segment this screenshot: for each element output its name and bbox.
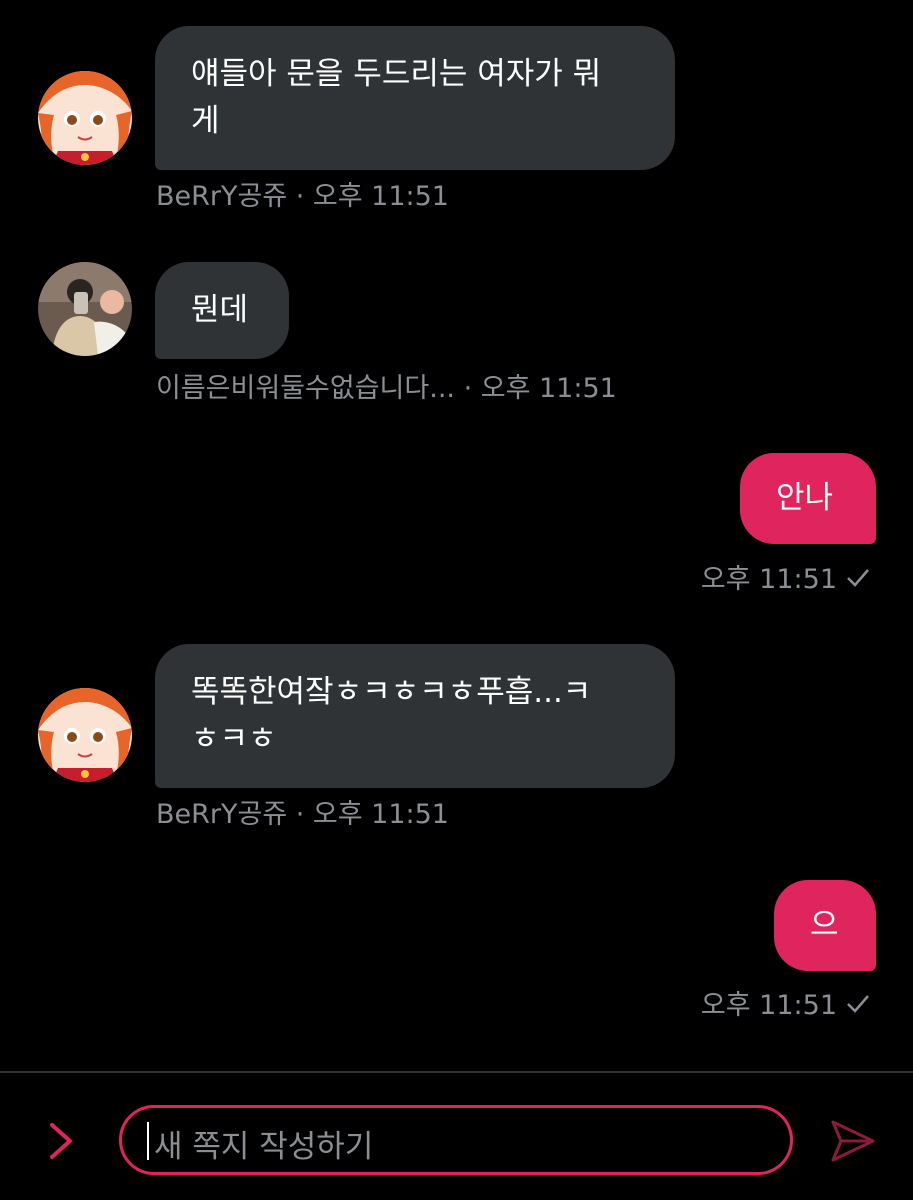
message-bubble[interactable]: 안나 xyxy=(740,453,876,544)
text-caret xyxy=(147,1122,149,1160)
composer-divider xyxy=(0,1071,913,1073)
compose-placeholder: 새 쪽지 작성하기 xyxy=(154,1129,374,1165)
message-meta: BeRrY공쥬 · 오후 11:51 xyxy=(156,181,449,212)
message-bubble[interactable]: 뭔데 xyxy=(155,262,289,359)
message-meta: BeRrY공쥬 · 오후 11:51 xyxy=(156,799,449,830)
avatar-illustration-girl xyxy=(38,688,132,782)
message-compose-input[interactable]: 새 쪽지 작성하기 xyxy=(119,1105,793,1175)
send-icon[interactable] xyxy=(828,1116,878,1166)
message-bubble[interactable]: 똑똑한여잨ㅎㅋㅎㅋㅎ푸흡...ㅋ ㅎㅋㅎ xyxy=(155,644,675,788)
checkmark-icon xyxy=(845,565,871,596)
message-meta-row: 오후 11:51 xyxy=(701,983,871,1022)
message-meta: 이름은비워둘수없습니다... · 오후 11:51 xyxy=(156,373,617,404)
avatar-illustration-girl xyxy=(38,71,132,165)
message-timestamp: 오후 11:51 xyxy=(700,990,837,1021)
message-bubble[interactable]: 으 xyxy=(774,880,876,971)
checkmark-icon xyxy=(845,991,871,1022)
message-timestamp: 오후 11:51 xyxy=(700,564,837,595)
avatar[interactable] xyxy=(38,688,132,782)
message-meta-row: 오후 11:51 xyxy=(701,557,871,596)
message-bubble[interactable]: 얘들아 문을 두드리는 여자가 뭐 게 xyxy=(155,26,675,170)
avatar[interactable] xyxy=(38,71,132,165)
avatar-photo xyxy=(38,262,132,356)
chevron-right-icon[interactable] xyxy=(40,1117,84,1165)
avatar[interactable] xyxy=(38,262,132,356)
